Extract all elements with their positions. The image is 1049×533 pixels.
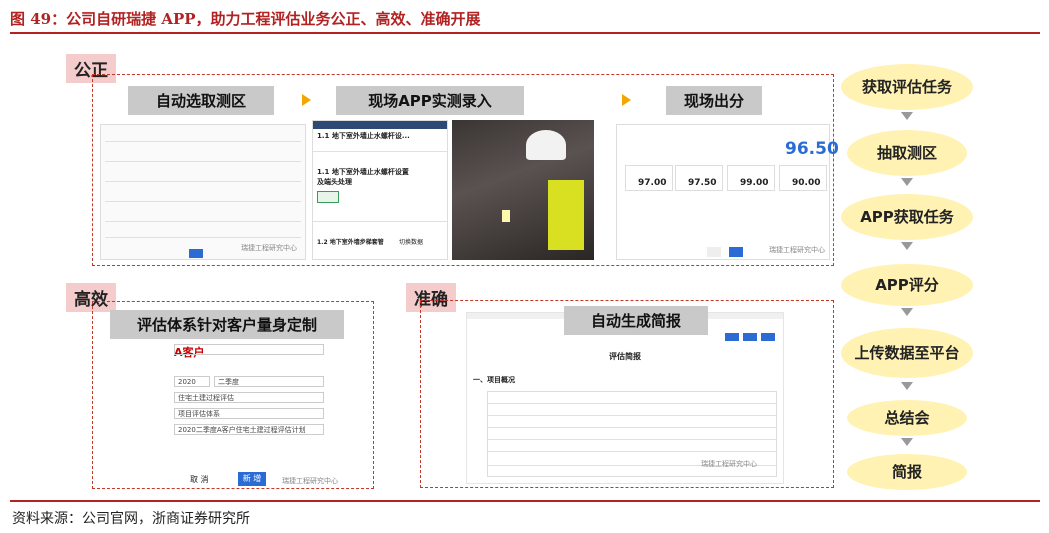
flow-step-5: 上传数据至平台 xyxy=(841,328,973,378)
app-mobile-screenshot: 1.1 地下室外墙止水螺杆设... 1.1 地下室外墙止水螺杆设置及端头处理 1… xyxy=(312,120,448,260)
add-button[interactable]: 新 增 xyxy=(238,472,266,486)
plan-name-input[interactable]: 2020二季度A客户住宅土建过程评估计划 xyxy=(174,424,324,435)
figure-title: 图 49：公司自研瑞捷 APP，助力工程评估业务公正、高效、准确开展 xyxy=(10,10,481,28)
flow-step-7: 简报 xyxy=(847,454,967,490)
year-select[interactable]: 2020 xyxy=(174,376,210,387)
flow-step-6: 总结会 xyxy=(847,400,967,436)
fair-step2-header: 现场APP实测录入 xyxy=(336,86,524,115)
score-1: 97.00 xyxy=(638,178,667,188)
arrow-right-icon xyxy=(622,94,631,106)
flow-step-1: 获取评估任务 xyxy=(841,64,973,110)
arrow-down-icon xyxy=(901,382,913,390)
arrow-down-icon xyxy=(901,438,913,446)
arrow-down-icon xyxy=(901,242,913,250)
cancel-button[interactable] xyxy=(707,247,721,257)
flow-step-3: APP获取任务 xyxy=(841,194,973,240)
app-header: 1.1 地下室外墙止水螺杆设... xyxy=(317,132,410,140)
watermark: 瑞捷工程研究中心 xyxy=(241,244,297,252)
app-item: 1.1 地下室外墙止水螺杆设置及端头处理 xyxy=(317,168,409,186)
source-note: 资料来源：公司官网，浙商证券研究所 xyxy=(12,511,250,527)
test-area-screenshot: 瑞捷工程研究中心 xyxy=(100,124,306,260)
report-title: 评估简报 xyxy=(609,352,641,361)
score-3: 99.00 xyxy=(740,178,769,188)
report-section-1: 一、项目概况 xyxy=(473,376,515,384)
accurate-header: 自动生成简报 xyxy=(564,306,708,335)
bottom-rule xyxy=(10,500,1040,502)
watermark: 瑞捷工程研究中心 xyxy=(282,477,338,485)
quarter-select[interactable]: 二季度 xyxy=(214,376,324,387)
arrow-down-icon xyxy=(901,178,913,186)
fair-step1-header: 自动选取测区 xyxy=(128,86,274,115)
score-4: 90.00 xyxy=(792,178,821,188)
pass-toggle[interactable] xyxy=(317,191,339,203)
flow-step-2: 抽取测区 xyxy=(847,130,967,176)
site-inspection-photo xyxy=(452,120,594,260)
system-select[interactable]: 项目评估体系 xyxy=(174,408,324,419)
watermark: 瑞捷工程研究中心 xyxy=(769,246,825,254)
watermark: 瑞捷工程研究中心 xyxy=(701,460,757,468)
switch-data-button[interactable]: 切换数据 xyxy=(399,237,423,246)
score-2: 97.50 xyxy=(688,178,717,188)
efficient-header: 评估体系针对客户量身定制 xyxy=(110,310,344,339)
title-rule xyxy=(10,32,1040,34)
total-score: 96.50 xyxy=(785,139,839,159)
arrow-down-icon xyxy=(901,112,913,120)
product-select[interactable]: 住宅土建过程评估 xyxy=(174,392,324,403)
arrow-right-icon xyxy=(302,94,311,106)
cancel-button[interactable]: 取 消 xyxy=(190,474,209,485)
app-next-item: 1.2 地下室外墙步梯套管 xyxy=(317,239,384,246)
confirm-button[interactable] xyxy=(729,247,743,257)
plan-form: A客户 2020 二季度 住宅土建过程评估 项目评估体系 2020二季度A客户住… xyxy=(130,340,340,486)
flow-step-4: APP评分 xyxy=(841,264,973,306)
arrow-down-icon xyxy=(901,308,913,316)
score-screenshot: 96.50 97.00 97.50 99.00 90.00 瑞捷工程研究中心 xyxy=(616,124,839,260)
report-screenshot: 评估简报 一、项目概况 瑞捷工程研究中心 xyxy=(466,312,784,484)
fair-step3-header: 现场出分 xyxy=(666,86,762,115)
confirm-button[interactable] xyxy=(189,249,203,258)
